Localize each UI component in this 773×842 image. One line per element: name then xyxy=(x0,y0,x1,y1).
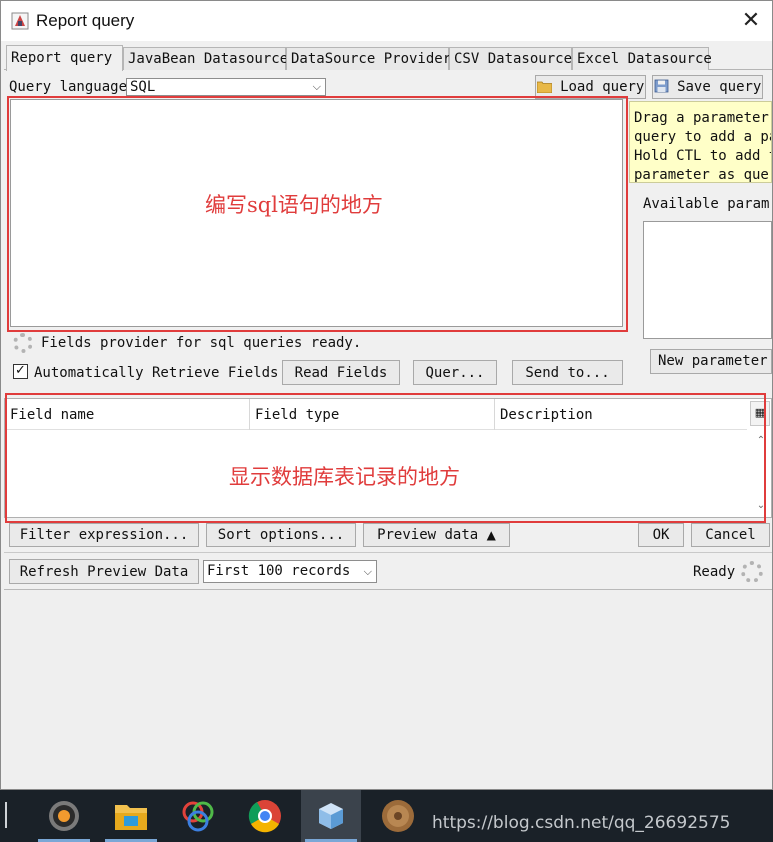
taskbar-eclipse[interactable] xyxy=(34,790,94,842)
fields-table-annotation: 显示数据库表记录的地方 xyxy=(229,465,460,489)
tab-excel-datasource[interactable]: Excel Datasource xyxy=(572,47,712,70)
close-button[interactable]: ✕ xyxy=(736,5,766,37)
file-explorer-icon xyxy=(115,805,147,830)
hint-line: query to add a pa xyxy=(634,129,772,145)
media-app-icon xyxy=(382,800,414,832)
tab-javabean-datasource[interactable]: JavaBean Datasource xyxy=(123,47,288,70)
load-query-label: Load query xyxy=(560,79,645,95)
tab-datasource-provider[interactable]: DataSource Provider xyxy=(286,47,451,70)
taskbar-explorer[interactable] xyxy=(101,790,161,842)
available-parameters-label: Available param xyxy=(643,196,770,212)
hint-line: parameter as quer xyxy=(634,167,772,183)
tab-report-query[interactable]: Report query xyxy=(6,45,123,71)
sort-options-button[interactable]: Sort options... xyxy=(206,523,356,547)
chevron-down-icon: ⌵ xyxy=(312,80,321,93)
hint-line: Hold CTL to add t xyxy=(634,148,772,164)
cube-app-icon xyxy=(319,803,343,829)
query-language-select[interactable]: SQL ⌵ xyxy=(126,78,326,96)
folder-icon xyxy=(536,81,553,94)
records-limit-value: First 100 records xyxy=(207,563,351,579)
filter-expression-button[interactable]: Filter expression... xyxy=(9,523,199,547)
taskbar-photos[interactable] xyxy=(168,790,228,842)
photos-app-icon xyxy=(182,801,214,832)
parameter-hint: Drag a parameter query to add a pa Hold … xyxy=(629,101,772,183)
jasper-app-icon xyxy=(11,12,29,30)
triangle-up-icon: ▲ xyxy=(486,528,496,542)
fields-table-highlight xyxy=(5,393,766,523)
query-language-label: Query language xyxy=(9,79,128,95)
cancel-button[interactable]: Cancel xyxy=(691,523,770,547)
report-query-window: Report query ✕ Report query JavaBean Dat… xyxy=(0,0,773,790)
tab-bar: Report query JavaBean Datasource DataSou… xyxy=(4,45,772,71)
title-bar: Report query ✕ xyxy=(1,1,772,41)
save-icon xyxy=(654,79,669,93)
taskbar: https://blog.csdn.net/qq_26692575 xyxy=(0,790,773,842)
chrome-icon xyxy=(248,800,281,833)
query-language-value: SQL xyxy=(130,79,156,95)
auto-retrieve-label: Automatically Retrieve Fields xyxy=(34,365,279,381)
read-fields-button[interactable]: Read Fields xyxy=(282,360,400,385)
divider xyxy=(4,552,772,553)
fields-provider-status: Fields provider for sql queries ready. xyxy=(41,335,362,351)
refresh-preview-button[interactable]: Refresh Preview Data xyxy=(9,559,199,584)
sql-editor-annotation: 编写sql语句的地方 xyxy=(205,193,383,217)
preview-data-button[interactable]: Preview data ▲ xyxy=(363,523,510,547)
loading-spinner-icon xyxy=(13,333,33,353)
preview-data-label: Preview data xyxy=(377,527,479,543)
auto-retrieve-checkbox[interactable]: ✓ xyxy=(13,364,28,379)
loading-spinner-icon xyxy=(741,561,763,583)
tab-csv-datasource[interactable]: CSV Datasource xyxy=(449,47,572,70)
taskbar-chrome[interactable] xyxy=(235,790,295,842)
watermark-url: https://blog.csdn.net/qq_26692575 xyxy=(432,813,731,833)
available-parameters-list[interactable] xyxy=(643,221,772,339)
query-designer-button[interactable]: Quer... xyxy=(413,360,497,385)
preview-data-area xyxy=(4,589,772,789)
checkmark-icon: ✓ xyxy=(15,363,26,378)
taskbar-media-app[interactable] xyxy=(368,790,428,842)
new-parameter-button[interactable]: New parameter xyxy=(650,349,772,374)
save-query-label: Save query xyxy=(677,79,762,95)
taskbar-edge xyxy=(0,790,14,842)
hint-line: Drag a parameter xyxy=(634,110,769,126)
preview-status: Ready xyxy=(693,564,736,580)
save-query-button[interactable]: Save query xyxy=(652,75,763,99)
send-to-button[interactable]: Send to... xyxy=(512,360,623,385)
chevron-down-icon: ⌵ xyxy=(363,565,372,578)
eclipse-javaee-icon xyxy=(49,801,79,831)
records-limit-select[interactable]: First 100 records ⌵ xyxy=(203,560,377,583)
window-title: Report query xyxy=(36,11,135,30)
ok-button[interactable]: OK xyxy=(638,523,684,547)
taskbar-cube-app[interactable] xyxy=(301,790,361,842)
